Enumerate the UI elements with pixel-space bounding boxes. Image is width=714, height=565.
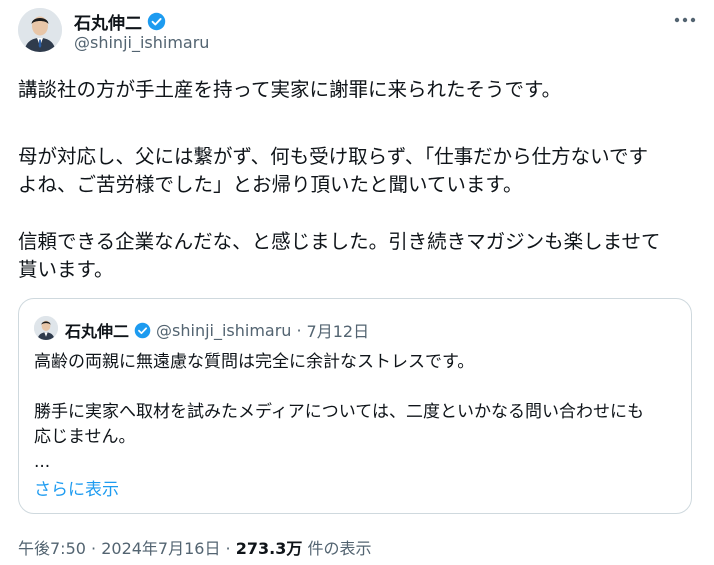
avatar-photo-icon	[18, 8, 62, 52]
tweet-time[interactable]: 午後7:50	[18, 539, 86, 558]
quoted-tweet[interactable]: 石丸伸二 @shinji_ishimaru · 7月12日 高齢の両親に無遠慮な…	[18, 298, 692, 514]
meta-separator: ·	[85, 539, 102, 558]
views-count: 273.3万	[235, 539, 303, 558]
verified-badge-icon	[147, 12, 166, 31]
views-label: 件の表示	[302, 539, 372, 558]
tweet-card: 石丸伸二 @shinji_ishimaru 講談社の方が手土産を持って実家に謝罪…	[0, 0, 714, 565]
quoted-date: 7月12日	[306, 322, 370, 341]
tweet-text-line: 信頼できる企業なんだな、と感じました。引き続きマガジンも楽しませて	[18, 230, 661, 253]
author-avatar[interactable]	[18, 8, 62, 52]
tweet-text-line: 貰います。	[18, 258, 114, 281]
author-name-row: 石丸伸二	[74, 9, 166, 34]
quoted-display-name: 石丸伸二	[65, 322, 130, 341]
author-handle[interactable]: @shinji_ishimaru	[74, 33, 209, 52]
quoted-text-line: 高齢の両親に無遠慮な質問は完全に余計なストレスです。	[34, 352, 475, 372]
quoted-header: 石丸伸二 @shinji_ishimaru · 7月12日	[65, 318, 369, 342]
quoted-handle: @shinji_ishimaru	[156, 320, 292, 340]
meta-separator: ·	[220, 539, 236, 558]
quoted-author-avatar	[34, 316, 58, 340]
avatar-photo-icon	[34, 316, 58, 340]
quoted-text-line: 勝手に実家へ取材を試みたメディアについては、二度といかなる問い合わせにも	[34, 402, 644, 422]
more-options-button[interactable]	[672, 10, 698, 30]
tweet-text-line: よね、ご苦労様でした」とお帰り頂いたと聞いています。	[18, 173, 523, 196]
quoted-ellipsis: ...	[34, 452, 51, 472]
show-more-link[interactable]: さらに表示	[34, 475, 119, 500]
more-horizontal-icon	[674, 17, 696, 23]
tweet-date[interactable]: 2024年7月16日	[101, 539, 220, 558]
tweet-text-line: 母が対応し、父には繋がず、何も受け取らず、「仕事だから仕方ないです	[18, 145, 649, 168]
tweet-meta: 午後7:50 · 2024年7月16日 · 273.3万 件の表示	[18, 535, 371, 559]
quoted-separator: ·	[296, 320, 302, 340]
author-display-name[interactable]: 石丸伸二	[74, 9, 142, 34]
quoted-text-line: 応じません。	[34, 427, 136, 447]
verified-badge-icon	[134, 322, 151, 338]
tweet-text-line: 講談社の方が手土産を持って実家に謝罪に来られたそうです。	[18, 78, 562, 101]
